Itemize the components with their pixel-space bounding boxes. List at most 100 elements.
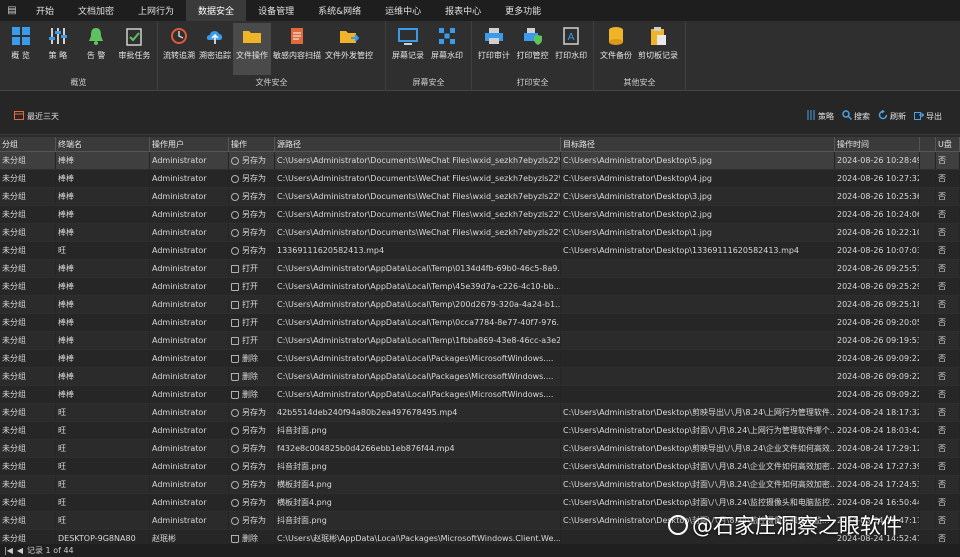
table-row[interactable]: 未分组 棒棒 Administrator 打开 C:\Users\Administrat… xyxy=(0,296,960,314)
cell-user: Administrator xyxy=(150,260,229,277)
cell-text: 未分组 xyxy=(2,426,26,435)
col-sort-indicator[interactable] xyxy=(920,137,936,151)
cell-operation: 另存为 xyxy=(229,458,275,475)
cell-text: C:\Users\Administrator\Desktop\3.jpg xyxy=(563,192,713,201)
cell-target-path: C:\Users\Administrator\Desktop\封面\八月\8.2… xyxy=(561,422,835,439)
refresh-button[interactable]: 刷新 xyxy=(878,109,906,122)
print-audit-button[interactable]: 打印审计 xyxy=(475,23,513,75)
table-row[interactable]: 未分组 旺 Administrator 另存为 抖音封面.png C:\Users\Adm… xyxy=(0,422,960,440)
policy-button[interactable]: 策 略 xyxy=(38,23,77,75)
sensitive-scan-button[interactable]: 敏感内容扫描 xyxy=(271,23,323,75)
tab-more-features[interactable]: 更多功能 xyxy=(493,0,553,21)
cell-text: 旺 xyxy=(58,426,66,435)
cell-text: 另存为 xyxy=(242,192,266,201)
date-range-selector[interactable]: 最近三天 xyxy=(14,110,59,122)
col-source-path[interactable]: 源路径 xyxy=(275,137,561,151)
file-operation-button[interactable]: 文件操作 xyxy=(233,23,271,75)
cell-extra xyxy=(920,512,936,529)
col-usb[interactable]: U盘 xyxy=(936,137,960,151)
tab-doc-encrypt[interactable]: 文档加密 xyxy=(66,0,126,21)
export-button[interactable]: 导出 xyxy=(914,110,942,122)
col-target-path[interactable]: 目标路径 xyxy=(561,137,835,151)
tab-web-behavior[interactable]: 上网行为 xyxy=(126,0,186,21)
policy-filter-button[interactable]: 策略 xyxy=(806,110,834,122)
cell-usb: 否 xyxy=(936,224,960,241)
cell-text: 棒棒 xyxy=(58,318,74,327)
table-row[interactable]: 未分组 旺 Administrator 另存为 13369111620582413.mp… xyxy=(0,242,960,260)
cell-user: Administrator xyxy=(150,494,229,511)
table-row[interactable]: 未分组 棒棒 Administrator 另存为 C:\Users\Administra… xyxy=(0,170,960,188)
table-row[interactable]: 未分组 棒棒 Administrator 打开 C:\Users\Administrat… xyxy=(0,332,960,350)
search-button[interactable]: 搜索 xyxy=(842,110,870,122)
cell-target-path xyxy=(561,314,835,331)
cell-text: 横板封面4.png xyxy=(277,480,332,489)
approval-task-button[interactable]: 审批任务 xyxy=(115,23,154,75)
col-operation[interactable]: 操作 xyxy=(229,137,275,151)
cell-terminal: 棒棒 xyxy=(56,260,150,277)
clipboard-record-button[interactable]: 剪切板记录 xyxy=(635,23,681,75)
table-row[interactable]: 未分组 旺 Administrator 另存为 抖音封面.png C:\Users\Adm… xyxy=(0,458,960,476)
cell-terminal: 旺 xyxy=(56,440,150,457)
date-range-label: 最近三天 xyxy=(27,111,59,121)
cell-time: 2024-08-26 09:25:29 xyxy=(835,278,920,295)
cell-terminal: DESKTOP-9G8NA80 xyxy=(56,530,150,544)
screen-watermark-button[interactable]: 屏幕水印 xyxy=(427,23,467,75)
cell-text: 抖音封面.png xyxy=(277,426,327,435)
cell-terminal: 旺 xyxy=(56,242,150,259)
print-control-button[interactable]: 打印管控 xyxy=(513,23,553,75)
table-row[interactable]: 未分组 棒棒 Administrator 删除 C:\Users\Administrat… xyxy=(0,386,960,404)
cell-text: 2024-08-26 10:22:10 xyxy=(837,228,920,237)
app-menu-icon[interactable]: ▤ xyxy=(0,0,24,21)
cell-text: C:\Users\Administrator\AppData\Local\Tem… xyxy=(277,318,561,327)
prev-page-icon[interactable]: ◀ xyxy=(17,546,23,555)
table-row[interactable]: 未分组 棒棒 Administrator 打开 C:\Users\Administrat… xyxy=(0,314,960,332)
trash-icon xyxy=(231,534,239,543)
col-time[interactable]: 操作时间 xyxy=(835,137,920,151)
first-page-icon[interactable]: |◀ xyxy=(4,546,13,555)
cell-user: Administrator xyxy=(150,296,229,313)
tab-data-security[interactable]: 数据安全 xyxy=(186,0,247,21)
tab-system-network[interactable]: 系统&网络 xyxy=(306,0,373,21)
table-row[interactable]: 未分组 棒棒 Administrator 删除 C:\Users\Administrat… xyxy=(0,368,960,386)
table-row[interactable]: 未分组 旺 Administrator 另存为 f432e8c004825b0d4266… xyxy=(0,440,960,458)
screen-record-button[interactable]: 屏幕记录 xyxy=(389,23,427,75)
print-watermark-button[interactable]: A 打印水印 xyxy=(552,23,590,75)
table-row[interactable]: 未分组 棒棒 Administrator 删除 C:\Users\Administrat… xyxy=(0,350,960,368)
table-row[interactable]: 未分组 棒棒 Administrator 打开 C:\Users\Administrat… xyxy=(0,260,960,278)
cell-text: 棒棒 xyxy=(58,390,74,399)
tab-device-management[interactable]: 设备管理 xyxy=(246,0,306,21)
table-row[interactable]: 未分组 棒棒 Administrator 另存为 C:\Users\Administra… xyxy=(0,224,960,242)
cell-usb: 否 xyxy=(936,278,960,295)
tab-ops-center[interactable]: 运维中心 xyxy=(373,0,433,21)
save-as-icon xyxy=(231,498,239,507)
table-row[interactable]: 未分组 棒棒 Administrator 另存为 C:\Users\Administra… xyxy=(0,152,960,170)
outgoing-control-button[interactable]: 文件外发管控 xyxy=(323,23,375,75)
col-terminal[interactable]: 终端名 xyxy=(56,137,150,151)
leak-trace-button[interactable]: 溯密追踪 xyxy=(197,23,233,75)
cell-text: 赵珉彬 xyxy=(152,534,176,543)
tab-report-center[interactable]: 报表中心 xyxy=(433,0,493,21)
col-user[interactable]: 操作用户 xyxy=(150,137,229,151)
tab-start[interactable]: 开始 xyxy=(24,0,66,21)
folder-send-icon xyxy=(338,25,360,47)
calendar-icon xyxy=(14,110,24,122)
table-row[interactable]: 未分组 棒棒 Administrator 另存为 C:\Users\Administra… xyxy=(0,206,960,224)
alert-button[interactable]: 告 警 xyxy=(78,23,115,75)
overview-button[interactable]: 概 览 xyxy=(3,23,38,75)
cell-target-path: C:\Users\Administrator\Desktop\1.jpg xyxy=(561,224,835,241)
file-backup-button[interactable]: 文件备份 xyxy=(597,23,635,75)
table-row[interactable]: 未分组 旺 Administrator 另存为 42b5514deb240f94a80b… xyxy=(0,404,960,422)
table-row[interactable]: 未分组 旺 Administrator 另存为 横板封面4.png C:\Users\Ad… xyxy=(0,476,960,494)
cell-text: 打开 xyxy=(242,318,258,327)
flow-trace-button[interactable]: 流转追溯 xyxy=(161,23,197,75)
save-as-icon xyxy=(231,228,239,237)
cell-text: C:\Users\Administrator\AppData\Local\Tem… xyxy=(277,264,561,273)
table-row[interactable]: 未分组 棒棒 Administrator 另存为 C:\Users\Administra… xyxy=(0,188,960,206)
cell-usb: 否 xyxy=(936,512,960,529)
cell-text: 棒棒 xyxy=(58,336,74,345)
table-row[interactable]: 未分组 棒棒 Administrator 打开 C:\Users\Administrat… xyxy=(0,278,960,296)
cell-text: 否 xyxy=(938,192,946,201)
col-group[interactable]: 分组 xyxy=(0,137,56,151)
cell-text: 未分组 xyxy=(2,462,26,471)
cell-usb: 否 xyxy=(936,440,960,457)
